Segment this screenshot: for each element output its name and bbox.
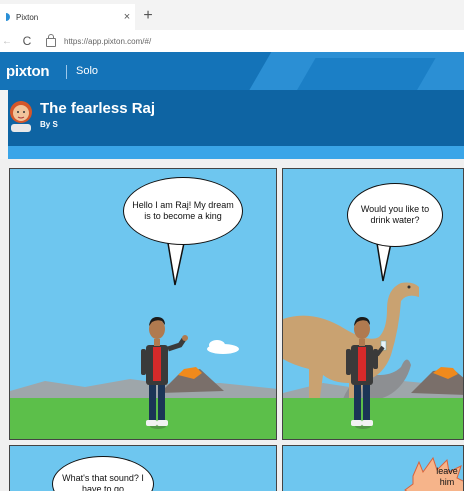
comic-author: By S xyxy=(40,120,58,129)
comic-panel-3[interactable]: What's that sound? I have to go xyxy=(9,445,277,491)
pixton-favicon-icon xyxy=(6,13,10,21)
tab-title: Pixton xyxy=(16,12,39,22)
pixton-logo[interactable]: pixton xyxy=(6,63,50,80)
new-tab-button[interactable]: + xyxy=(140,8,156,24)
header-divider xyxy=(66,65,67,79)
speech-bubble-text: Would you like to drink water? xyxy=(360,204,430,225)
speech-bubble: Hello I am Raj! My dream is to become a … xyxy=(123,177,243,245)
page: Pixton × + ← C https://app.pixton.com/#/… xyxy=(0,0,464,491)
speech-bubble-text: What's that sound? I have to go xyxy=(62,473,144,491)
comic-panel-2[interactable]: Would you like to drink water? xyxy=(282,168,464,440)
reload-icon[interactable]: C xyxy=(14,34,40,48)
speech-bubble: Would you like to drink water? xyxy=(347,183,443,247)
comic-panel-4[interactable]: leave him xyxy=(282,445,464,491)
address-bar[interactable]: https://app.pixton.com/#/ xyxy=(64,37,151,46)
lock-icon xyxy=(46,33,56,47)
speech-bubble-text: Hello I am Raj! My dream is to become a … xyxy=(132,200,234,221)
browser-tab[interactable]: Pixton × xyxy=(0,4,135,30)
close-tab-icon[interactable]: × xyxy=(119,11,135,23)
author-avatar[interactable] xyxy=(8,98,34,132)
comic-titlebar: The fearless Raj By S xyxy=(8,90,464,146)
back-icon[interactable]: ← xyxy=(0,36,14,47)
banner-decoration xyxy=(292,58,436,90)
app-header: pixton Solo xyxy=(0,52,464,90)
comic-title: The fearless Raj xyxy=(40,100,156,117)
mode-label: Solo xyxy=(76,65,99,77)
title-accent-strip xyxy=(8,146,464,159)
comic-canvas: Hello I am Raj! My dream is to become a … xyxy=(0,159,464,491)
shout-bubble-text: leave him xyxy=(436,466,458,487)
browser-navbar: ← C https://app.pixton.com/#/ xyxy=(0,30,464,52)
comic-panel-1[interactable]: Hello I am Raj! My dream is to become a … xyxy=(9,168,277,440)
speech-bubble: What's that sound? I have to go xyxy=(52,456,154,491)
browser-tabstrip: Pixton × + xyxy=(0,0,464,30)
